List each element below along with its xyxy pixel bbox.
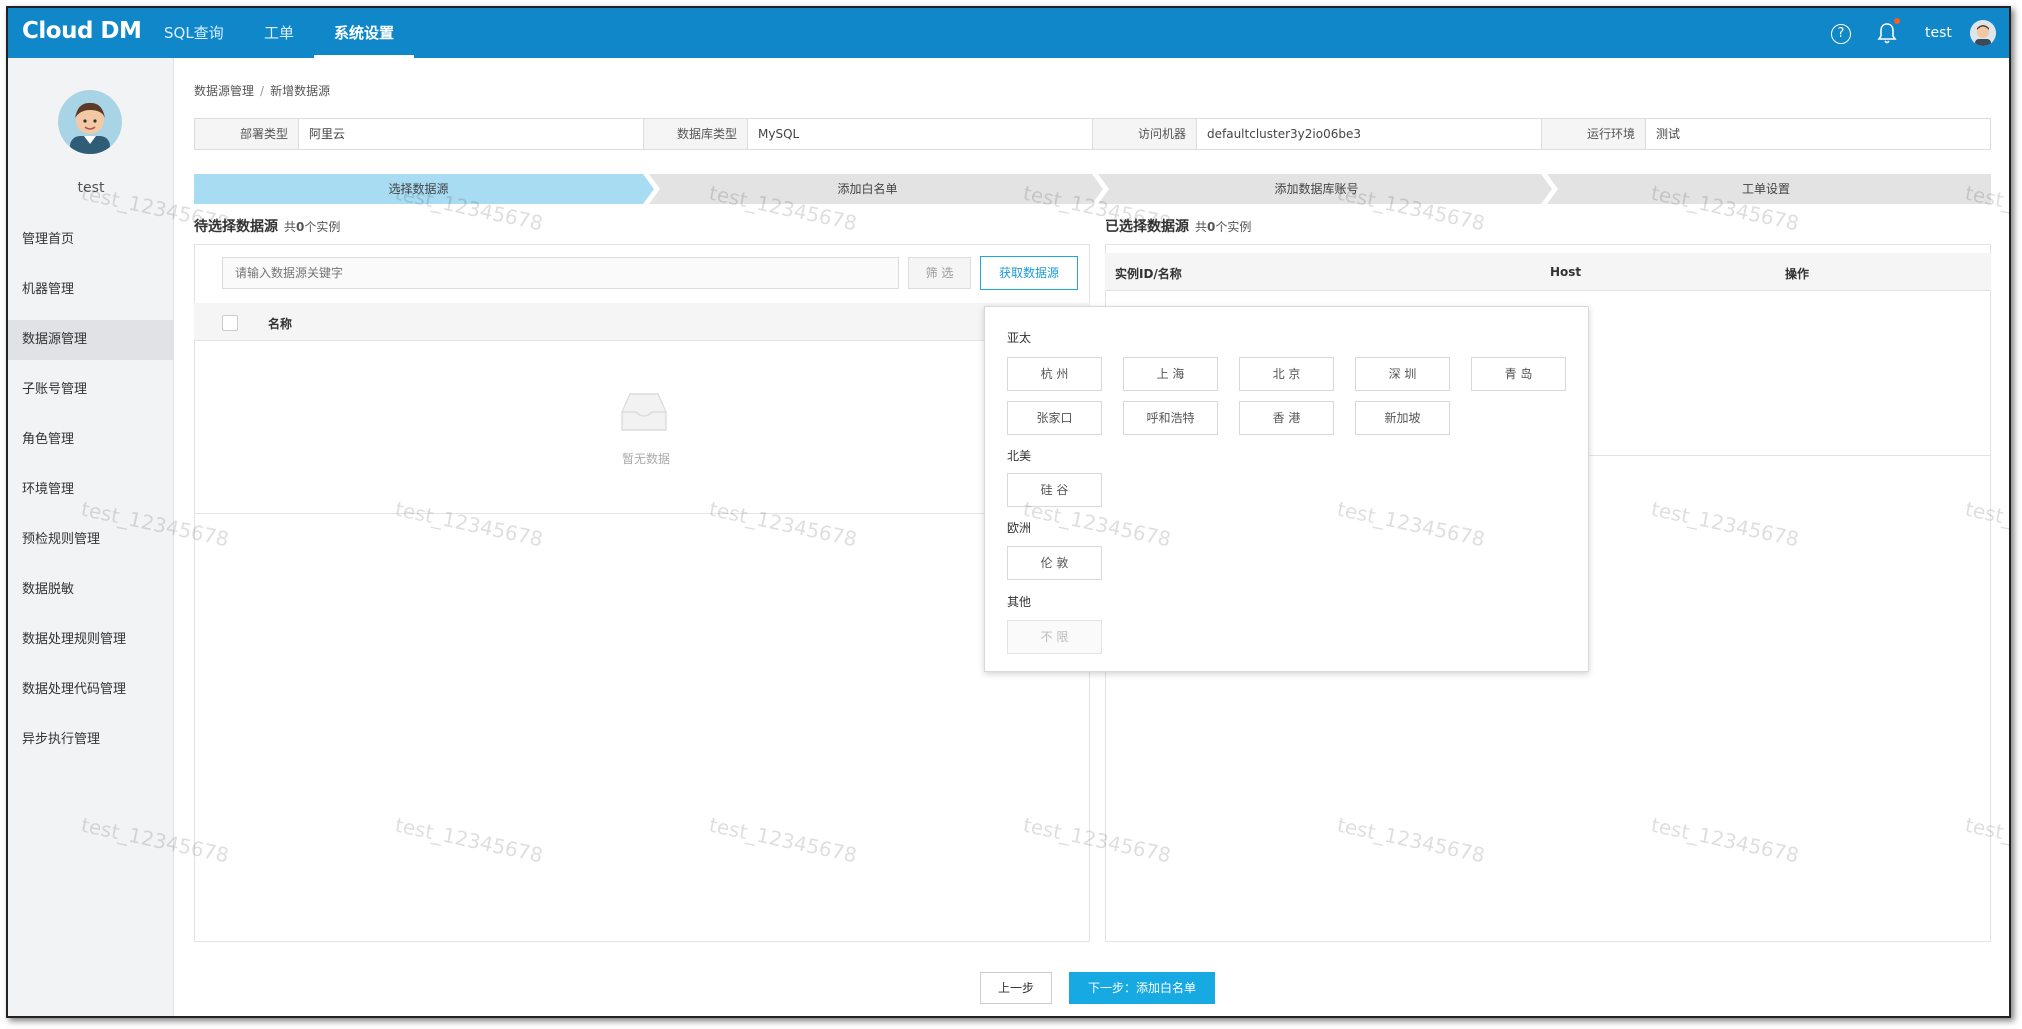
fetch-datasource-button[interactable]: 获取数据源 — [980, 256, 1078, 290]
region-label-asia: 亚太 — [1007, 331, 1032, 345]
sidebar-item-roles[interactable]: 角色管理 — [8, 420, 174, 460]
info-db-type: 数据库类型 MySQL — [644, 119, 1093, 149]
empty-text: 暂无数据 — [621, 452, 670, 466]
pending-table-header — [194, 303, 1090, 341]
logo: Cloud DM — [22, 18, 142, 44]
region-hohhot-button[interactable]: 呼和浩特 — [1123, 401, 1218, 435]
wizard-steps: 选择数据源 添加白名单 添加数据库账号 工单设置 — [194, 174, 1991, 204]
top-avatar[interactable] — [1970, 20, 1996, 46]
info-label: 数据库类型 — [644, 119, 748, 149]
info-value: defaultcluster3y2io06be3 — [1207, 127, 1361, 141]
step-ticket-settings: 工单设置 — [1741, 182, 1790, 196]
region-shenzhen-button[interactable]: 深 圳 — [1355, 357, 1450, 391]
selected-title: 已选择数据源 共0个实例 — [1105, 216, 1251, 236]
info-environment: 运行环境 测试 — [1542, 119, 1990, 149]
info-label: 访问机器 — [1093, 119, 1197, 149]
step-select-datasource: 选择数据源 — [388, 182, 449, 196]
region-london-button[interactable]: 伦 敦 — [1007, 546, 1102, 580]
sidebar-item-processing-rules[interactable]: 数据处理规则管理 — [8, 620, 174, 660]
datasource-search-input[interactable] — [222, 257, 899, 289]
region-hongkong-button[interactable]: 香 港 — [1239, 401, 1334, 435]
app-window: Cloud DM SQL查询 工单 系统设置 ? test test 管理首页 … — [6, 6, 2011, 1018]
region-shanghai-button[interactable]: 上 海 — [1123, 357, 1218, 391]
sidebar-avatar — [58, 90, 122, 154]
region-singapore-button[interactable]: 新加坡 — [1355, 401, 1450, 435]
region-beijing-button[interactable]: 北 京 — [1239, 357, 1334, 391]
notification-dot — [1894, 18, 1900, 24]
breadcrumb-separator: / — [260, 84, 265, 98]
region-unlimited-button[interactable]: 不 限 — [1007, 620, 1102, 654]
selected-count: 共0个实例 — [1195, 220, 1251, 234]
nav-system-settings[interactable]: 系统设置 — [313, 8, 415, 58]
region-zhangjiakou-button[interactable]: 张家口 — [1007, 401, 1102, 435]
info-deploy-type: 部署类型 阿里云 — [195, 119, 644, 149]
column-host: Host — [1550, 265, 1582, 279]
column-actions: 操作 — [1785, 267, 1810, 281]
nav-ticket[interactable]: 工单 — [264, 8, 294, 58]
select-all-checkbox[interactable] — [222, 315, 238, 331]
selected-count-suffix: 个实例 — [1215, 220, 1252, 234]
sidebar-item-precheck-rules[interactable]: 预检规则管理 — [8, 520, 174, 560]
sidebar: test 管理首页 机器管理 数据源管理 子账号管理 角色管理 环境管理 预检规… — [8, 58, 174, 1016]
sidebar-item-environments[interactable]: 环境管理 — [8, 470, 174, 510]
empty-inbox-icon — [621, 393, 667, 431]
info-value: 阿里云 — [309, 127, 346, 141]
top-user-name[interactable]: test — [1925, 8, 1952, 58]
bell-icon[interactable] — [1877, 21, 1897, 45]
selected-title-text: 已选择数据源 — [1105, 219, 1189, 235]
pending-count-prefix: 共 — [284, 220, 297, 234]
breadcrumb: 数据源管理 / 新增数据源 — [194, 82, 330, 99]
breadcrumb-parent[interactable]: 数据源管理 — [194, 84, 254, 98]
info-bar: 部署类型 阿里云 数据库类型 MySQL 访问机器 defaultcluster… — [194, 118, 1991, 150]
region-label-other: 其他 — [1007, 595, 1032, 609]
info-label: 运行环境 — [1542, 119, 1646, 149]
sidebar-item-home[interactable]: 管理首页 — [8, 220, 174, 260]
pending-title-text: 待选择数据源 — [194, 219, 278, 235]
sidebar-user-name: test — [77, 180, 105, 196]
info-value: MySQL — [758, 127, 800, 141]
info-label: 部署类型 — [195, 119, 299, 149]
pending-count: 共0个实例 — [284, 220, 340, 234]
column-instance-id: 实例ID/名称 — [1115, 267, 1182, 281]
selected-table-header: 实例ID/名称 Host 操作 — [1105, 253, 1991, 291]
sidebar-item-processing-code[interactable]: 数据处理代码管理 — [8, 670, 174, 710]
sidebar-item-datasources[interactable]: 数据源管理 — [8, 320, 174, 360]
region-silicon-valley-button[interactable]: 硅 谷 — [1007, 473, 1102, 507]
prev-step-button[interactable]: 上一步 — [980, 972, 1052, 1004]
region-label-eu: 欧洲 — [1007, 521, 1032, 535]
step-add-db-account: 添加数据库账号 — [1274, 182, 1359, 196]
filter-button[interactable]: 筛 选 — [908, 257, 971, 289]
top-bar: Cloud DM SQL查询 工单 系统设置 ? test — [8, 8, 2009, 58]
column-name: 名称 — [268, 317, 293, 331]
next-step-button[interactable]: 下一步：添加白名单 — [1069, 972, 1215, 1004]
sidebar-item-subaccounts[interactable]: 子账号管理 — [8, 370, 174, 410]
region-dropdown: 亚太 杭 州 上 海 北 京 深 圳 青 岛 张家口 呼和浩特 香 港 新加坡 … — [984, 306, 1589, 672]
help-icon[interactable]: ? — [1831, 24, 1851, 44]
sidebar-item-machines[interactable]: 机器管理 — [8, 270, 174, 310]
selected-count-prefix: 共 — [1195, 220, 1208, 234]
region-hangzhou-button[interactable]: 杭 州 — [1007, 357, 1102, 391]
breadcrumb-current: 新增数据源 — [270, 84, 331, 98]
nav-sql-query[interactable]: SQL查询 — [164, 8, 224, 58]
step-add-whitelist: 添加白名单 — [837, 182, 898, 196]
info-access-machine: 访问机器 defaultcluster3y2io06be3 — [1093, 119, 1542, 149]
region-label-na: 北美 — [1007, 449, 1032, 463]
pending-title: 待选择数据源 共0个实例 — [194, 216, 340, 236]
sidebar-item-data-masking[interactable]: 数据脱敏 — [8, 570, 174, 610]
info-value: 测试 — [1656, 127, 1681, 141]
region-qingdao-button[interactable]: 青 岛 — [1471, 357, 1566, 391]
sidebar-item-async-exec[interactable]: 异步执行管理 — [8, 720, 174, 760]
pending-count-suffix: 个实例 — [304, 220, 341, 234]
